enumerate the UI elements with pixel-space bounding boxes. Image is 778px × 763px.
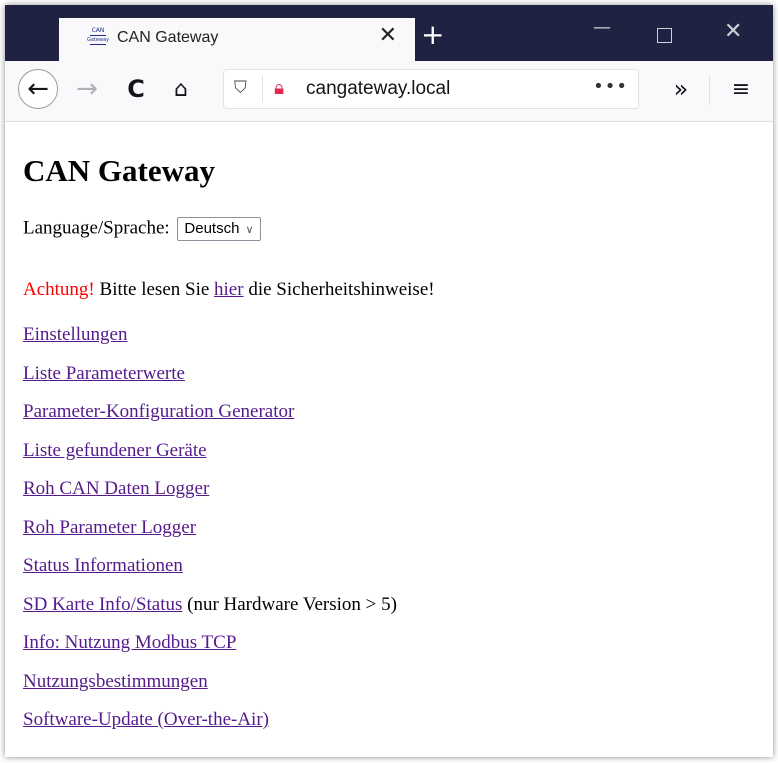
tab-strip: CAN Gateway CAN Gateway ✕ + — ✕ bbox=[5, 5, 773, 61]
nav-link[interactable]: Einstellungen bbox=[23, 324, 127, 345]
list-item: Status Informationen bbox=[23, 555, 397, 594]
list-item: Parameter-Konfiguration Generator bbox=[23, 401, 397, 440]
back-button[interactable]: ← bbox=[18, 69, 58, 109]
forward-button[interactable]: → bbox=[69, 71, 105, 107]
hamburger-menu-button[interactable]: ≡ bbox=[723, 71, 759, 107]
list-item: Liste gefundener Geräte bbox=[23, 440, 397, 479]
tab-title: CAN Gateway bbox=[117, 29, 219, 46]
nav-link[interactable]: SD Karte Info/Status bbox=[23, 594, 182, 615]
close-tab-icon[interactable]: ✕ bbox=[379, 23, 397, 48]
nav-link[interactable]: Roh Parameter Logger bbox=[23, 517, 196, 538]
home-button[interactable]: ⌂ bbox=[163, 71, 199, 107]
list-item: Einstellungen bbox=[23, 324, 397, 363]
list-item: Software-Update (Over-the-Air) bbox=[23, 709, 397, 748]
warning-prefix: Achtung! bbox=[23, 279, 95, 300]
list-item: Roh CAN Daten Logger bbox=[23, 478, 397, 517]
warning-text-before: Bitte lesen Sie bbox=[94, 279, 215, 300]
address-bar[interactable]: ⛉ 🔒︎ cangateway.local ••• bbox=[223, 69, 639, 109]
nav-link[interactable]: Nutzungsbestimmungen bbox=[23, 671, 208, 692]
list-item: Nutzungsbestimmungen bbox=[23, 671, 397, 710]
new-tab-button[interactable]: + bbox=[421, 21, 444, 49]
nav-link[interactable]: Parameter-Konfiguration Generator bbox=[23, 401, 294, 422]
language-selected-value: Deutsch bbox=[184, 220, 240, 237]
language-select[interactable]: Deutsch ∨ bbox=[177, 217, 261, 241]
safety-notes-link[interactable]: hier bbox=[214, 279, 244, 300]
nav-link[interactable]: Liste Parameterwerte bbox=[23, 363, 185, 384]
navigation-toolbar: ← → C ⌂ ⛉ 🔒︎ cangateway.local ••• » ≡ bbox=[5, 61, 773, 122]
language-row: Language/Sprache: Deutsch ∨ bbox=[23, 217, 261, 241]
tracking-protection-shield-icon[interactable]: ⛉ bbox=[234, 78, 247, 98]
overflow-menu-button[interactable]: » bbox=[663, 71, 699, 107]
tab-can-gateway[interactable]: CAN Gateway CAN Gateway ✕ bbox=[59, 18, 415, 61]
urlbar-separator bbox=[262, 76, 263, 102]
page-title: CAN Gateway bbox=[23, 153, 215, 188]
list-item: SD Karte Info/Status (nur Hardware Versi… bbox=[23, 594, 397, 633]
nav-link[interactable]: Roh CAN Daten Logger bbox=[23, 478, 209, 499]
warning-text-after: die Sicherheitshinweise! bbox=[243, 279, 435, 300]
nav-link[interactable]: Liste gefundener Geräte bbox=[23, 440, 207, 461]
browser-window: CAN Gateway CAN Gateway ✕ + — ✕ ← → C ⌂ … bbox=[5, 5, 773, 757]
chevron-down-icon: ∨ bbox=[245, 223, 254, 236]
list-item: Info: Nutzung Modbus TCP bbox=[23, 632, 397, 671]
list-item: Liste Parameterwerte bbox=[23, 363, 397, 402]
close-window-button[interactable]: ✕ bbox=[724, 19, 742, 44]
toolbar-separator bbox=[709, 75, 710, 105]
insecure-connection-icon[interactable]: 🔒︎ bbox=[274, 77, 284, 99]
nav-link-note: (nur Hardware Version > 5) bbox=[182, 593, 397, 615]
maximize-button[interactable] bbox=[657, 28, 672, 43]
language-label: Language/Sprache: bbox=[23, 217, 170, 239]
nav-link[interactable]: Software-Update (Over-the-Air) bbox=[23, 709, 269, 730]
nav-link[interactable]: Info: Nutzung Modbus TCP bbox=[23, 632, 236, 653]
minimize-button[interactable]: — bbox=[593, 17, 611, 38]
safety-warning: Achtung! Bitte lesen Sie hier die Sicher… bbox=[23, 279, 435, 301]
page-actions-button[interactable]: ••• bbox=[593, 76, 628, 97]
navigation-links: Einstellungen Liste Parameterwerte Paramet… bbox=[23, 324, 397, 748]
gateway-favicon-icon: CAN Gateway bbox=[87, 27, 110, 45]
reload-button[interactable]: C bbox=[118, 71, 154, 107]
nav-link[interactable]: Status Informationen bbox=[23, 555, 183, 576]
url-text[interactable]: cangateway.local bbox=[306, 78, 450, 100]
list-item: Roh Parameter Logger bbox=[23, 517, 397, 556]
